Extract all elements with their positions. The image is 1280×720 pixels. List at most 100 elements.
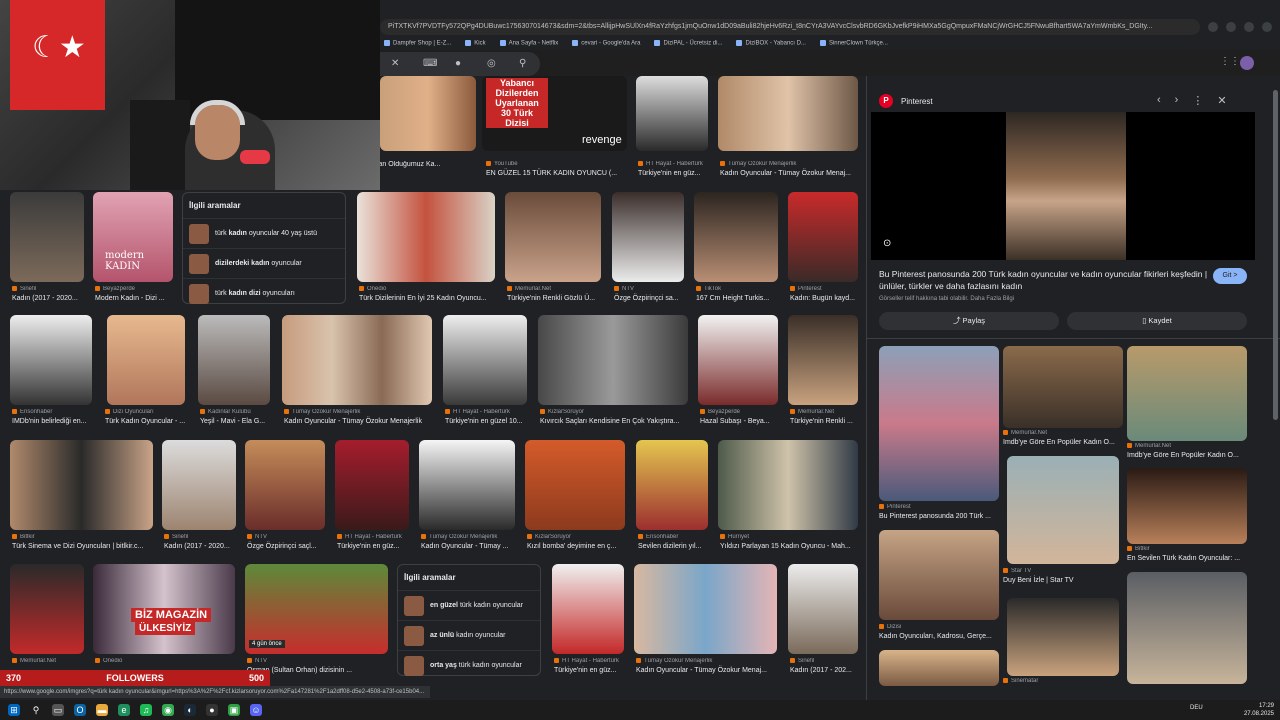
- result-image[interactable]: [357, 192, 495, 282]
- app-icon[interactable]: ▣: [228, 704, 240, 716]
- bookmark[interactable]: SinnerClown Türkçe...: [820, 40, 888, 46]
- result-image[interactable]: [718, 76, 858, 151]
- result-image[interactable]: [694, 192, 778, 282]
- related-search-item[interactable]: en güzel türk kadın oyuncular: [398, 590, 540, 620]
- related-image[interactable]: [1127, 346, 1247, 441]
- discord-icon[interactable]: ☺: [250, 704, 262, 716]
- result-image[interactable]: [10, 192, 84, 282]
- close-icon[interactable]: ✕: [1217, 94, 1226, 107]
- result-image[interactable]: [10, 440, 153, 530]
- result-image[interactable]: modern KADIN: [93, 192, 173, 282]
- result-image[interactable]: [282, 315, 432, 405]
- result-image[interactable]: [10, 564, 84, 654]
- related-search-item[interactable]: orta yaş türk kadın oyuncular: [398, 650, 540, 680]
- star-icon[interactable]: [1208, 22, 1218, 32]
- result-image[interactable]: [162, 440, 236, 530]
- related-image[interactable]: [1003, 346, 1123, 428]
- obs-icon[interactable]: ●: [206, 704, 218, 716]
- search-icon[interactable]: ⚲: [30, 704, 42, 716]
- result-image[interactable]: [718, 440, 858, 530]
- result-image[interactable]: [505, 192, 601, 282]
- mic-icon[interactable]: ●: [455, 59, 465, 69]
- result-image[interactable]: [380, 76, 476, 151]
- task-view-icon[interactable]: ▭: [52, 704, 64, 716]
- result-image[interactable]: 4 gün önce: [245, 564, 388, 654]
- related-image[interactable]: [879, 650, 999, 686]
- result-image[interactable]: Yabancı Dizilerden Uyarlanan 30 Türk Diz…: [482, 76, 627, 151]
- result-image[interactable]: [788, 564, 858, 654]
- bookmark[interactable]: Dampfer Shop | E-Z...: [384, 40, 451, 46]
- lens-icon[interactable]: ◎: [487, 59, 497, 69]
- extension-icon[interactable]: [1226, 22, 1236, 32]
- related-search-item[interactable]: az ünlü kadın oyuncular: [398, 620, 540, 650]
- result-image[interactable]: [10, 315, 92, 405]
- bookmark[interactable]: Ana Sayfa - Netflix: [500, 40, 559, 46]
- start-icon[interactable]: ⊞: [8, 704, 20, 716]
- more-icon[interactable]: ⋮: [1192, 94, 1203, 107]
- result-image[interactable]: [443, 315, 527, 405]
- result-image[interactable]: [612, 192, 684, 282]
- result-image[interactable]: [788, 315, 858, 405]
- bookmark[interactable]: Kick: [465, 40, 485, 46]
- bookmark[interactable]: DiziBOX - Yabancı D...: [736, 40, 805, 46]
- profile-icon[interactable]: [1244, 22, 1254, 32]
- url-field[interactable]: PiTXTKVf7PVDTFy572QPg4DUBuwc175630701467…: [380, 19, 1200, 35]
- related-image[interactable]: [1007, 598, 1119, 676]
- clock[interactable]: 17:29 27.08.2025: [1244, 702, 1274, 718]
- outlook-icon[interactable]: O: [74, 704, 86, 716]
- related-heading: İlgili aramalar: [189, 201, 241, 210]
- related-search-item[interactable]: dizilerdeki kadın oyuncular: [183, 248, 345, 278]
- result-image[interactable]: [538, 315, 688, 405]
- folder-icon[interactable]: ▬: [96, 704, 108, 716]
- related-image[interactable]: [879, 530, 999, 620]
- result-caption: Bitlkir Türk Sinema ve Dizi Oyuncuları | …: [12, 534, 155, 550]
- related-image[interactable]: [879, 346, 999, 501]
- result-image[interactable]: [245, 440, 325, 530]
- bookmark[interactable]: cevari - Google'da Ara: [572, 40, 640, 46]
- next-icon[interactable]: ›: [1175, 94, 1179, 107]
- thumb-text: modern KADIN: [105, 250, 145, 272]
- preview-image[interactable]: ⊙: [871, 112, 1255, 260]
- result-image[interactable]: [198, 315, 270, 405]
- search-bar[interactable]: ✕ ⌨ ● ◎ ⚲: [380, 52, 540, 76]
- related-image[interactable]: [1127, 468, 1247, 544]
- result-caption: HT Hayat - Habertürk Türkiye'nin en güz..…: [638, 161, 708, 177]
- result-image[interactable]: [636, 440, 708, 530]
- spotify-icon[interactable]: ♫: [140, 704, 152, 716]
- chrome-icon[interactable]: ◉: [162, 704, 174, 716]
- prev-icon[interactable]: ‹: [1157, 94, 1161, 107]
- apps-grid-icon[interactable]: ⋮⋮: [1220, 56, 1240, 67]
- clear-icon[interactable]: ✕: [391, 59, 401, 69]
- avatar[interactable]: [1240, 56, 1254, 70]
- result-image[interactable]: [525, 440, 625, 530]
- related-image[interactable]: [1127, 572, 1247, 684]
- preview-description[interactable]: Bu Pinterest panosunda 200 Türk kadın oy…: [879, 268, 1219, 292]
- steam-icon[interactable]: ◐: [184, 704, 196, 716]
- result-image[interactable]: [636, 76, 708, 151]
- related-search-item[interactable]: türk kadın dizi oyuncuları: [183, 278, 345, 308]
- save-button[interactable]: ▯ Kaydet: [1067, 312, 1247, 330]
- preview-source[interactable]: P Pinterest: [879, 94, 933, 108]
- scrollbar[interactable]: [1273, 90, 1278, 420]
- turkish-flag: [10, 0, 105, 110]
- lens-icon[interactable]: ⊙: [883, 238, 891, 249]
- keyboard-icon[interactable]: ⌨: [423, 59, 437, 69]
- preview-nav: ‹ › ⋮ ✕: [1157, 94, 1227, 107]
- search-icon[interactable]: ⚲: [519, 59, 529, 69]
- result-image[interactable]: [698, 315, 778, 405]
- related-image[interactable]: [1007, 456, 1119, 564]
- bookmark[interactable]: DiziPAL - Ücretsiz di...: [654, 40, 722, 46]
- result-image[interactable]: [335, 440, 409, 530]
- language-indicator[interactable]: DEU: [1190, 705, 1203, 711]
- result-image[interactable]: [419, 440, 515, 530]
- result-image[interactable]: [552, 564, 624, 654]
- edge-icon[interactable]: e: [118, 704, 130, 716]
- share-button[interactable]: ⤴ Paylaş: [879, 312, 1059, 330]
- result-image[interactable]: [788, 192, 858, 282]
- result-image[interactable]: [107, 315, 185, 405]
- visit-button[interactable]: Git >: [1213, 268, 1247, 284]
- related-search-item[interactable]: türk kadın oyuncular 40 yaş üstü: [183, 218, 345, 248]
- menu-icon[interactable]: [1262, 22, 1272, 32]
- result-image[interactable]: BİZ MAGAZİN ÜLKESİYİZ: [93, 564, 235, 654]
- result-image[interactable]: [634, 564, 777, 654]
